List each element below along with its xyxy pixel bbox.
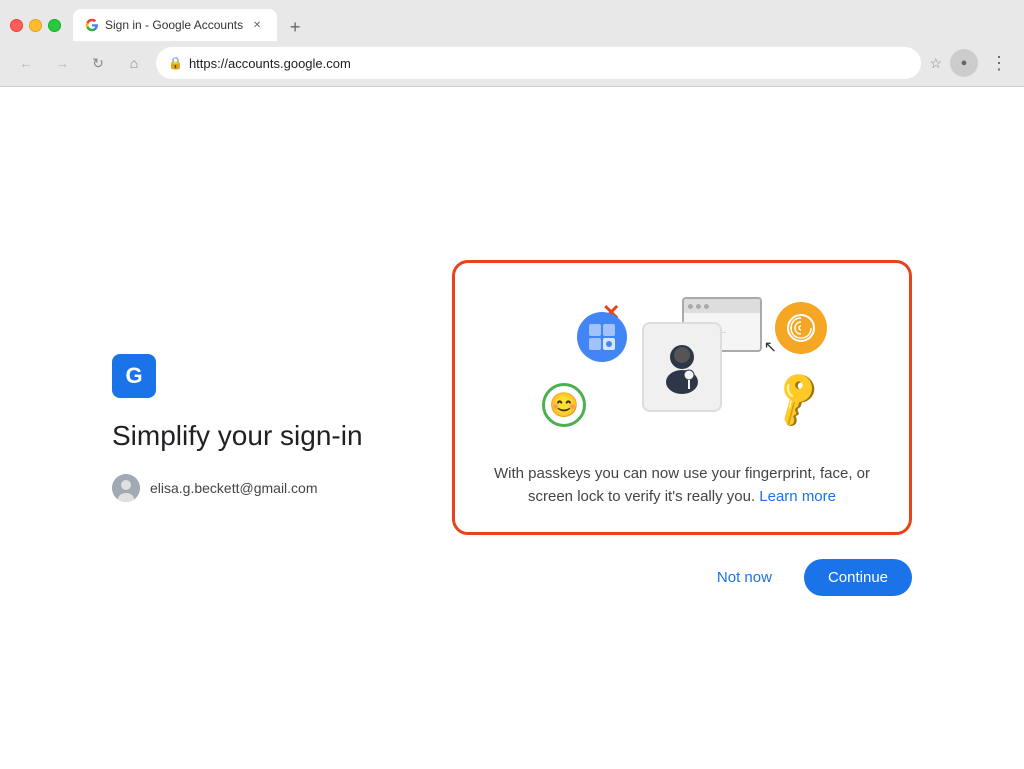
browser-dot-1 <box>688 304 693 309</box>
fingerprint-icon <box>775 302 827 354</box>
buttons-row: Not now Continue <box>452 559 912 596</box>
active-tab[interactable]: Sign in - Google Accounts ✕ <box>73 9 277 41</box>
profile-icon: ● <box>961 57 968 69</box>
address-bar[interactable]: 🔒 https://accounts.google.com <box>156 47 921 79</box>
browser-bar-illustration <box>684 299 760 313</box>
address-bar-row: ← → ↻ ⌂ 🔒 https://accounts.google.com ☆ … <box>0 42 1024 86</box>
lock-illustration <box>642 322 722 412</box>
refresh-button[interactable]: ↻ <box>84 49 112 77</box>
left-panel: G Simplify your sign-in elisa.g.beckett@… <box>112 354 392 502</box>
cursor-icon: ↖ <box>764 337 777 357</box>
back-button[interactable]: ← <box>12 49 40 77</box>
title-bar: Sign in - Google Accounts ✕ + <box>0 0 1024 42</box>
tab-bar: Sign in - Google Accounts ✕ + <box>73 9 1014 41</box>
forward-button[interactable]: → <box>48 49 76 77</box>
close-window-button[interactable] <box>10 19 23 32</box>
user-row: elisa.g.beckett@gmail.com <box>112 474 392 502</box>
google-shield-logo: G <box>112 354 156 398</box>
not-now-button[interactable]: Not now <box>701 559 788 596</box>
bookmark-button[interactable]: ☆ <box>929 55 942 72</box>
new-tab-button[interactable]: + <box>281 13 309 41</box>
blue-pattern-icon <box>577 312 627 362</box>
card-body-text: With passkeys you can now use your finge… <box>479 463 885 508</box>
continue-button[interactable]: Continue <box>804 559 912 596</box>
tab-close-button[interactable]: ✕ <box>249 17 265 33</box>
traffic-lights <box>10 19 61 32</box>
lock-icon: 🔒 <box>168 56 183 70</box>
maximize-window-button[interactable] <box>48 19 61 32</box>
home-button[interactable]: ⌂ <box>120 49 148 77</box>
browser-chrome: Sign in - Google Accounts ✕ + ← → ↻ ⌂ 🔒 … <box>0 0 1024 87</box>
passkey-card: ··· ↖ ✕ <box>452 260 912 535</box>
browser-menu-button[interactable]: ⋮ <box>986 49 1012 78</box>
smiley-face-icon: 😊 <box>542 383 586 427</box>
person-key-svg <box>657 337 707 397</box>
illustration-container: ··· ↖ ✕ <box>522 292 842 442</box>
shield-letter: G <box>125 363 142 389</box>
minimize-window-button[interactable] <box>29 19 42 32</box>
user-email-text: elisa.g.beckett@gmail.com <box>150 480 318 496</box>
right-panel: ··· ↖ ✕ <box>452 260 912 596</box>
key-icon: 🔑 <box>764 366 831 432</box>
fingerprint-svg <box>786 313 816 343</box>
profile-button[interactable]: ● <box>950 49 978 77</box>
tab-title-text: Sign in - Google Accounts <box>105 18 243 32</box>
learn-more-link[interactable]: Learn more <box>759 488 836 505</box>
tab-favicon-icon <box>85 18 99 32</box>
url-text: https://accounts.google.com <box>189 56 909 71</box>
card-illustration: ··· ↖ ✕ <box>479 287 885 447</box>
main-layout: G Simplify your sign-in elisa.g.beckett@… <box>112 260 912 596</box>
avatar <box>112 474 140 502</box>
browser-dot-3 <box>704 304 709 309</box>
page-content: G Simplify your sign-in elisa.g.beckett@… <box>0 87 1024 769</box>
pattern-svg <box>587 322 617 352</box>
browser-dot-2 <box>696 304 701 309</box>
page-heading: Simplify your sign-in <box>112 418 392 454</box>
avatar-image <box>112 474 140 502</box>
